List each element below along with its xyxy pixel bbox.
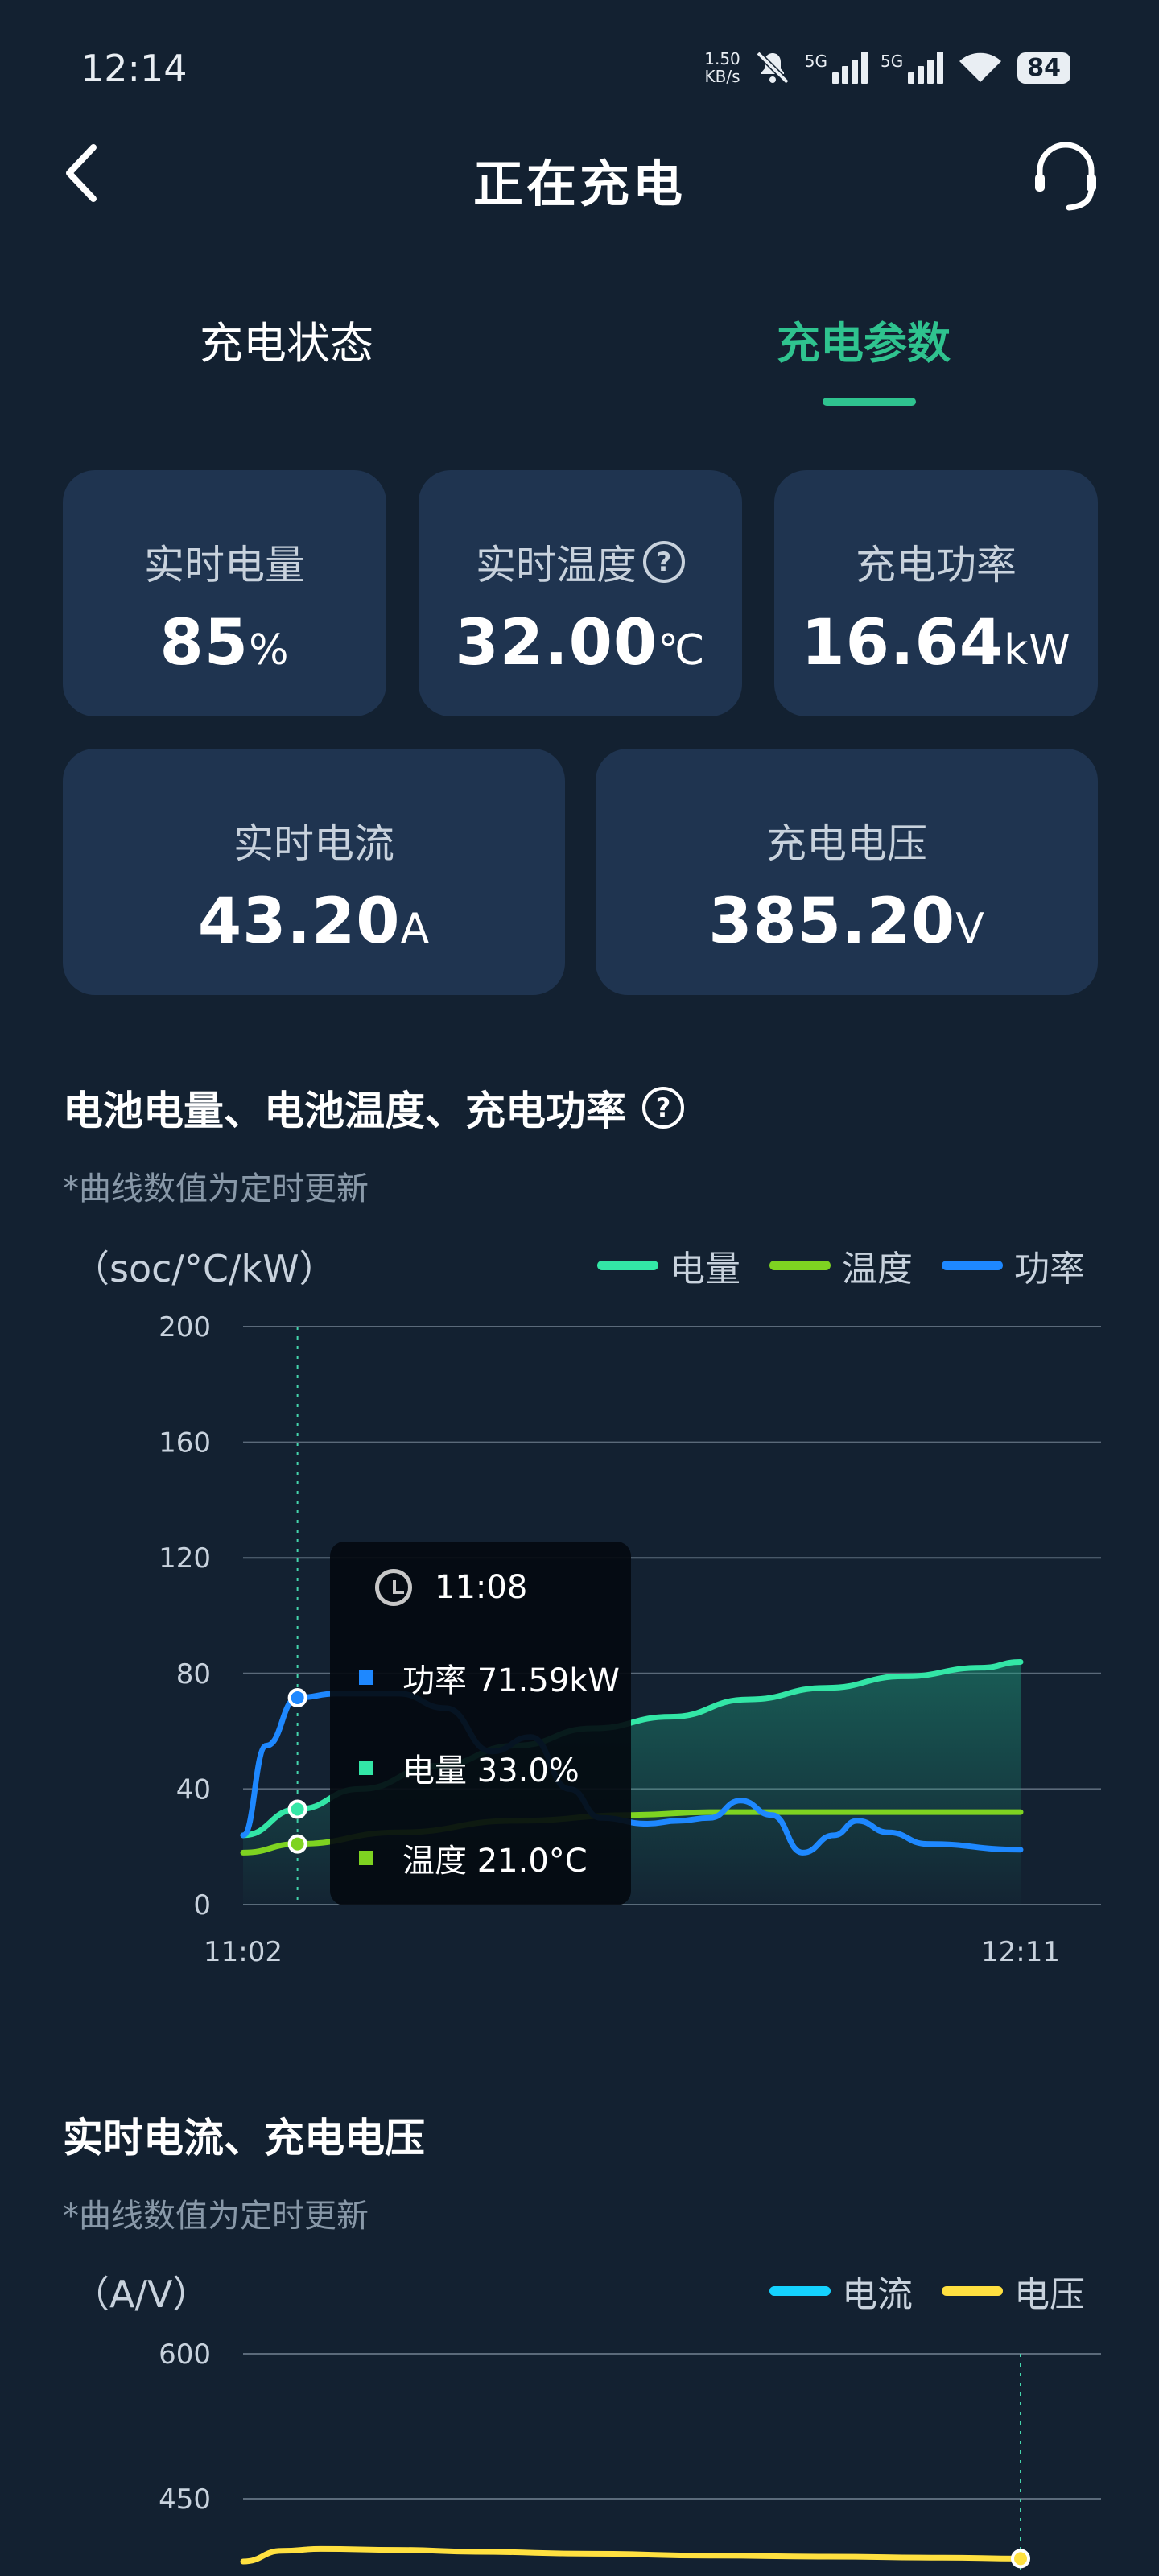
legend-current-label: 电流 [842, 2274, 913, 2315]
card-soc-value: 85 [159, 607, 250, 679]
card-soc-label: 实时电量 [144, 542, 305, 588]
card-voltage: 充电电压 385.20V [596, 749, 1098, 995]
card-voltage-value: 385.20 [708, 886, 956, 958]
help-circle-icon[interactable]: ? [642, 1087, 684, 1129]
net-speed: 1.50 KB/s [704, 50, 740, 85]
net-speed-value: 1.50 [704, 49, 740, 68]
tooltip-temp: 温度 21.0°C [402, 1843, 588, 1880]
y-tick-label: 40 [176, 1773, 211, 1806]
tooltip-time: 11:08 [435, 1569, 528, 1606]
x-tick-label: 11:02 [204, 1936, 283, 1968]
chart2-legend: 电流 电压 [769, 2265, 1085, 2317]
highlight-point [287, 1834, 307, 1854]
legend-temp-label: 温度 [842, 1249, 913, 1290]
y-tick-label: 450 [159, 2483, 211, 2516]
battery-indicator: 84 [1017, 52, 1070, 84]
card-current-value: 43.20 [197, 886, 401, 958]
legend-swatch-power [942, 1261, 1003, 1270]
legend-voltage-label: 电压 [1014, 2274, 1085, 2315]
legend-power-label: 功率 [1014, 1249, 1085, 1290]
y-tick-label: 160 [159, 1427, 211, 1459]
legend-current[interactable]: 电流 [769, 2265, 913, 2317]
net-speed-unit: KB/s [704, 67, 740, 86]
chart-current-voltage[interactable]: 600 450 [0, 2318, 1159, 2576]
signal-icon-1: 5G [805, 52, 868, 84]
y-tick-label: 80 [176, 1658, 211, 1690]
legend-swatch-soc [597, 1261, 658, 1270]
tooltip-soc: 电量 33.0% [402, 1752, 580, 1790]
card-temperature: 实时温度? 32.00℃ [419, 470, 742, 716]
y-tick-label: 200 [159, 1311, 211, 1344]
card-power: 充电功率 16.64kW [774, 470, 1098, 716]
card-power-value: 16.64 [801, 607, 1004, 679]
section1-title-text: 电池电量、电池温度、充电功率 [63, 1088, 626, 1134]
headset-icon [1035, 142, 1096, 211]
chart1-unit-label: （soc/°C/kW） [72, 1247, 336, 1290]
highlight-point [1011, 2549, 1030, 2569]
card-temp-unit: ℃ [658, 626, 706, 675]
y-tick-label: 120 [159, 1542, 211, 1575]
wifi-icon [959, 52, 1002, 82]
y-tick-label: 0 [193, 1889, 211, 1922]
tab-charging-status[interactable]: 充电状态 [200, 308, 373, 371]
card-voltage-label: 充电电压 [766, 820, 927, 867]
section2-title-text: 实时电流、充电电压 [63, 2115, 425, 2161]
highlight-point [287, 1687, 307, 1707]
tooltip-dot-temp [359, 1851, 373, 1865]
legend-swatch-temp [769, 1261, 831, 1270]
sim1-label: 5G [804, 52, 828, 71]
section1-title: 电池电量、电池温度、充电功率 ? [63, 1079, 684, 1137]
y-tick-label: 600 [159, 2339, 211, 2371]
status-icons: 1.50 KB/s 5G 5G 84 [704, 48, 1070, 87]
tooltip-dot-power [359, 1670, 373, 1685]
legend-voltage[interactable]: 电压 [942, 2265, 1085, 2317]
card-soc: 实时电量 85% [63, 470, 386, 716]
card-current-label: 实时电流 [233, 820, 394, 867]
series-line-voltage [240, 2545, 1024, 2565]
customer-support-button[interactable] [1027, 137, 1104, 214]
legend-power[interactable]: 功率 [942, 1240, 1085, 1291]
section1-note: *曲线数值为定时更新 [63, 1170, 369, 1208]
chart-tooltip: 11:08 功率 71.59kW 电量 33.0% 温度 21.0°C [330, 1542, 631, 1905]
signal-icon-2: 5G [881, 52, 944, 84]
highlight-point [287, 1799, 307, 1819]
card-current-unit: A [400, 905, 431, 953]
card-current: 实时电流 43.20A [63, 749, 565, 995]
tab-charging-params[interactable]: 充电参数 [777, 308, 951, 371]
tooltip-power: 功率 71.59kW [402, 1662, 620, 1699]
legend-soc[interactable]: 电量 [597, 1240, 740, 1291]
status-time: 12:14 [80, 47, 188, 90]
x-tick-label: 12:11 [981, 1936, 1060, 1968]
card-power-label: 充电功率 [856, 542, 1017, 588]
card-voltage-unit: V [955, 905, 985, 953]
sim2-label: 5G [881, 52, 904, 71]
help-circle-icon[interactable]: ? [643, 541, 685, 583]
card-temp-value: 32.00 [455, 607, 658, 679]
section2-title: 实时电流、充电电压 [63, 2106, 425, 2164]
section2-note: *曲线数值为定时更新 [63, 2198, 369, 2235]
legend-swatch-voltage [942, 2286, 1003, 2296]
legend-swatch-current [769, 2286, 831, 2296]
bell-off-icon [756, 51, 790, 85]
tooltip-dot-soc [359, 1761, 373, 1775]
card-temp-label: 实时温度 [476, 542, 637, 588]
card-power-unit: kW [1004, 626, 1071, 675]
clock-icon [375, 1569, 412, 1606]
card-soc-unit: % [249, 626, 290, 675]
page-title: 正在充电 [472, 155, 686, 213]
chart2-unit-label: （A/V） [72, 2273, 210, 2316]
legend-soc-label: 电量 [670, 1249, 740, 1290]
active-tab-indicator [823, 398, 916, 406]
legend-temp[interactable]: 温度 [769, 1240, 913, 1291]
chart1-legend: 电量 温度 功率 [597, 1240, 1085, 1291]
